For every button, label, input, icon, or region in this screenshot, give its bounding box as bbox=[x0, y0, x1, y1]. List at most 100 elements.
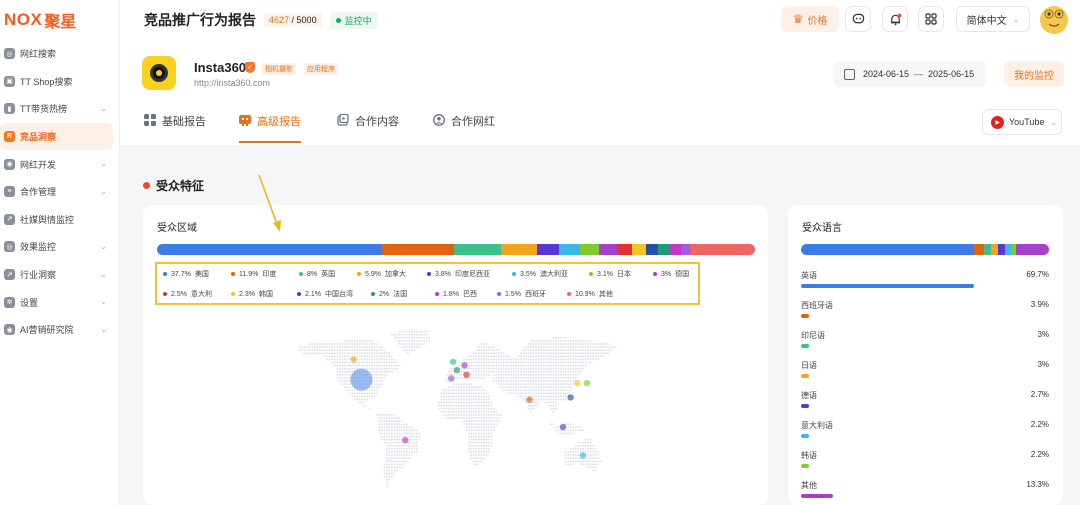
sidebar-item[interactable]: ▮ TT带货热榜 ⌄ bbox=[0, 95, 119, 123]
sidebar-item[interactable]: R 竞品洞察 bbox=[0, 122, 113, 151]
legend-dot-icon bbox=[297, 292, 301, 296]
legend-dot-icon bbox=[567, 292, 571, 296]
language-name: 其他 bbox=[801, 481, 817, 490]
map-region-bubble[interactable] bbox=[350, 356, 357, 363]
sidebar-item-label: 效果监控 bbox=[20, 242, 57, 253]
region-bar-segment[interactable] bbox=[689, 244, 755, 255]
region-legend-item: 37.7% 美国 bbox=[163, 269, 209, 279]
chevron-down-icon: ⌄ bbox=[100, 297, 107, 307]
legend-label: 中国台湾 bbox=[324, 291, 353, 298]
platform-select[interactable]: ▶ YouTube ⌄ bbox=[982, 109, 1062, 135]
tab-collab-content[interactable]: 合作内容 bbox=[337, 113, 399, 143]
legend-percent: 3.5% bbox=[520, 270, 536, 278]
brand-url[interactable]: http://insta360.com bbox=[194, 78, 270, 88]
map-region-bubble[interactable] bbox=[461, 362, 468, 369]
legend-dot-icon bbox=[357, 272, 361, 276]
chevron-down-icon: ⌄ bbox=[100, 104, 107, 114]
legend-label: 其他 bbox=[598, 291, 613, 298]
sidebar-item[interactable]: ≡ 合作管理 ⌄ bbox=[0, 178, 119, 206]
map-landmass bbox=[299, 330, 617, 487]
date-separator: — bbox=[914, 69, 924, 79]
report-tabs: 基础报告 高级报告 合作内容 合作网红 ▶ YouTube ⌄ bbox=[120, 103, 1080, 143]
map-region-bubble[interactable] bbox=[449, 358, 457, 365]
tab-basic-report[interactable]: 基础报告 bbox=[144, 113, 206, 143]
map-region-bubble[interactable] bbox=[579, 452, 587, 459]
region-bar-segment[interactable] bbox=[382, 244, 454, 255]
language-bar-segment[interactable] bbox=[998, 244, 1006, 255]
logo-text: NOX bbox=[4, 10, 43, 29]
chevron-down-icon: ⌄ bbox=[1012, 14, 1020, 24]
region-bar-segment[interactable] bbox=[580, 244, 599, 255]
apps-button[interactable] bbox=[918, 6, 944, 32]
bar-chart-icon: ▮ bbox=[4, 103, 15, 115]
region-bar-segment[interactable] bbox=[616, 244, 632, 255]
tab-advanced-report[interactable]: 高级报告 bbox=[239, 113, 301, 143]
region-legend-item: 3.5% 澳大利亚 bbox=[512, 269, 568, 279]
language-bar-segment[interactable] bbox=[801, 244, 974, 255]
my-monitor-label: 我的监控 bbox=[1014, 70, 1054, 82]
sidebar-item-label: 合作管理 bbox=[20, 187, 57, 198]
gear-icon: ✲ bbox=[4, 296, 15, 308]
sidebar-item[interactable]: ◉ 网红开发 ⌄ bbox=[0, 150, 119, 178]
region-legend-item: 2.1% 中国台湾 bbox=[297, 289, 353, 299]
map-region-bubble[interactable] bbox=[559, 423, 567, 431]
map-region-bubble[interactable] bbox=[350, 368, 373, 391]
legend-percent: 2.1% bbox=[305, 290, 321, 298]
language-bar-segment[interactable] bbox=[973, 244, 984, 255]
region-bar-segment[interactable] bbox=[559, 244, 581, 255]
region-bar-segment[interactable] bbox=[453, 244, 502, 255]
map-region-bubble[interactable] bbox=[526, 396, 533, 403]
crown-icon: ♛ bbox=[792, 12, 804, 26]
sidebar-item[interactable]: ◉ AI营销研究院 ⌄ bbox=[0, 316, 119, 344]
region-bar-segment[interactable] bbox=[658, 244, 670, 255]
quota-separator: / bbox=[289, 15, 297, 25]
my-monitor-button[interactable]: 我的监控 bbox=[1004, 61, 1064, 87]
language-bar-segment[interactable] bbox=[990, 244, 999, 255]
map-region-bubble[interactable] bbox=[453, 366, 461, 374]
language-bar-segment[interactable] bbox=[1015, 244, 1049, 255]
map-region-bubble[interactable] bbox=[567, 394, 574, 401]
sidebar-item[interactable]: ↗ 社媒舆情监控 bbox=[0, 206, 119, 234]
region-bar-segment[interactable] bbox=[598, 244, 617, 255]
support-chat-button[interactable] bbox=[845, 6, 871, 32]
brand-name: Insta360 bbox=[194, 60, 247, 75]
status-dot-icon bbox=[335, 17, 341, 23]
region-bar-segment[interactable] bbox=[157, 244, 383, 255]
language-percent: 3% bbox=[1037, 330, 1049, 339]
language-row: 日语 3% bbox=[801, 360, 1049, 390]
region-bar-segment[interactable] bbox=[645, 244, 659, 255]
tab-collab-influencers[interactable]: 合作网红 bbox=[433, 113, 495, 143]
legend-percent: 37.7% bbox=[171, 270, 191, 278]
quota-total: 5000 bbox=[296, 15, 317, 25]
camera-lens-icon bbox=[150, 64, 168, 82]
price-button[interactable]: ♛ 价格 bbox=[781, 6, 839, 32]
region-bar-segment[interactable] bbox=[631, 244, 646, 255]
report-icon bbox=[239, 115, 251, 126]
brand-tag: 应用程序 bbox=[304, 63, 338, 75]
section-title: 受众特征 bbox=[143, 177, 204, 194]
map-region-bubble[interactable] bbox=[448, 375, 455, 382]
language-percent: 69.7% bbox=[1026, 270, 1049, 279]
date-range-picker[interactable]: 2024-06-15 — 2025-06-15 bbox=[834, 61, 986, 87]
user-avatar[interactable] bbox=[1040, 6, 1068, 34]
sidebar-item[interactable]: ✲ 设置 ⌄ bbox=[0, 288, 119, 316]
sidebar-item[interactable]: ◎ 效果监控 ⌄ bbox=[0, 233, 119, 261]
region-bar-segment[interactable] bbox=[501, 244, 537, 255]
map-region-bubble[interactable] bbox=[463, 371, 470, 378]
language-bar-segment[interactable] bbox=[983, 244, 991, 255]
sidebar-item[interactable]: ↗ 行业洞察 ⌄ bbox=[0, 261, 119, 289]
region-bar-segment[interactable] bbox=[680, 244, 690, 255]
sidebar-item[interactable]: ◎ 网红搜索 bbox=[0, 40, 119, 68]
sidebar-item[interactable]: ▣ TT Shop搜索 bbox=[0, 68, 119, 96]
region-bar-segment[interactable] bbox=[670, 244, 681, 255]
language-progress-bar bbox=[801, 314, 809, 318]
region-bar-segment[interactable] bbox=[536, 244, 560, 255]
notification-button[interactable] bbox=[882, 6, 908, 32]
map-region-bubble[interactable] bbox=[583, 379, 591, 387]
language-select[interactable]: 简体中文 ⌄ bbox=[956, 6, 1030, 32]
target-icon: ◎ bbox=[4, 241, 15, 253]
app-logo[interactable]: NOX 聚星 bbox=[0, 0, 119, 40]
map-region-bubble[interactable] bbox=[402, 436, 409, 444]
sidebar-item-label: 社媒舆情监控 bbox=[20, 214, 75, 225]
map-region-bubble[interactable] bbox=[574, 379, 581, 387]
